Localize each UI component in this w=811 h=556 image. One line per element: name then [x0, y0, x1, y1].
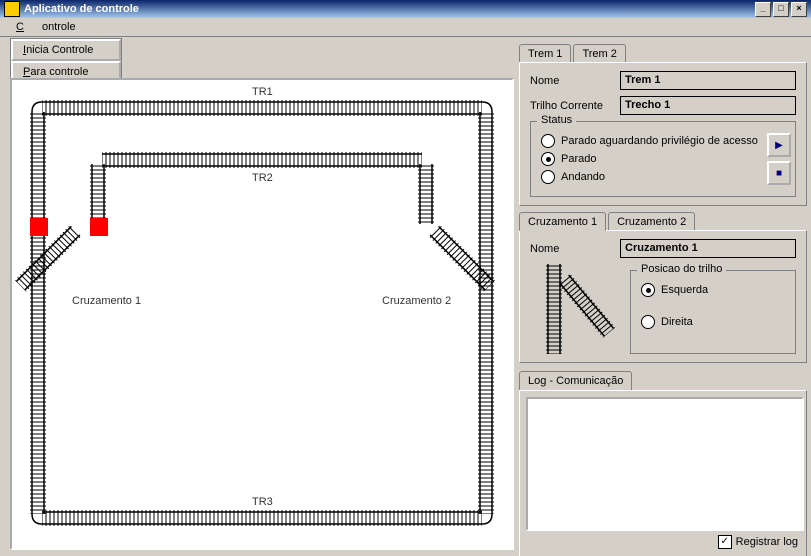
play-button[interactable]: ▶ [767, 133, 791, 157]
status-option-parado: Parado [561, 153, 596, 165]
registrar-log-checkbox[interactable]: ✓ [718, 535, 732, 549]
label-cruzamento-1: Cruzamento 1 [72, 295, 141, 307]
cruzamento-tabset: Cruzamento 1 Cruzamento 2 Nome Cruzament… [519, 210, 807, 363]
train-name-label: Nome [530, 75, 616, 87]
pos-option-esquerda: Esquerda [661, 284, 708, 296]
label-tr1: TR1 [252, 86, 273, 98]
status-group: Status Parado aguardando privilégio de a… [530, 121, 796, 197]
label-tr2: TR2 [252, 172, 273, 184]
cruz-name-field[interactable]: Cruzamento 1 [620, 239, 796, 258]
log-textarea[interactable] [526, 397, 804, 531]
label-cruzamento-2: Cruzamento 2 [382, 295, 451, 307]
status-option-waiting: Parado aguardando privilégio de acesso [561, 135, 758, 147]
tab-trem-1[interactable]: Trem 1 [519, 44, 571, 63]
track-canvas: TR1 TR2 TR3 Cruzamento 1 Cruzamento 2 [10, 78, 514, 550]
cruzamento-icon [530, 264, 620, 354]
trilho-corrente-label: Trilho Corrente [530, 100, 616, 112]
status-radio-andando[interactable] [541, 170, 555, 184]
track-svg [12, 80, 512, 548]
stop-button[interactable]: ■ [767, 161, 791, 185]
menubar: Controle [0, 18, 811, 37]
label-tr3: TR3 [252, 496, 273, 508]
right-panel: Trem 1 Trem 2 Nome Trem 1 Trilho Corrent… [519, 38, 807, 552]
tab-cruzamento-1[interactable]: Cruzamento 1 [519, 212, 606, 231]
posicao-group: Posicao do trilho Esquerda Direita [630, 270, 796, 354]
pos-radio-direita[interactable] [641, 315, 655, 329]
trilho-corrente-field[interactable]: Trecho 1 [620, 96, 796, 115]
train-2-marker [90, 218, 108, 236]
status-option-andando: Andando [561, 171, 605, 183]
cruz-name-label: Nome [530, 243, 616, 255]
pos-radio-esquerda[interactable] [641, 283, 655, 297]
train-tabset: Trem 1 Trem 2 Nome Trem 1 Trilho Corrent… [519, 42, 807, 206]
start-control-button[interactable]: Inicia Controle [11, 39, 121, 61]
app-icon [4, 1, 20, 17]
app-window: Aplicativo de controle _ □ × Controle In… [0, 0, 811, 556]
registrar-log-label: Registrar log [736, 536, 798, 548]
tab-trem-2[interactable]: Trem 2 [573, 44, 625, 62]
tab-cruzamento-2[interactable]: Cruzamento 2 [608, 212, 695, 230]
minimize-button[interactable]: _ [755, 2, 771, 17]
maximize-button[interactable]: □ [773, 2, 789, 17]
status-radio-waiting[interactable] [541, 134, 555, 148]
titlebar: Aplicativo de controle _ □ × [0, 0, 811, 18]
train-name-field[interactable]: Trem 1 [620, 71, 796, 90]
pos-option-direita: Direita [661, 316, 693, 328]
train-1-marker [30, 218, 48, 236]
status-radio-parado[interactable] [541, 152, 555, 166]
status-legend: Status [537, 114, 576, 126]
window-title: Aplicativo de controle [24, 3, 139, 15]
log-tab[interactable]: Log - Comunicação [519, 371, 632, 390]
close-button[interactable]: × [791, 2, 807, 17]
posicao-legend: Posicao do trilho [637, 263, 726, 275]
menu-controle[interactable]: Controle [4, 19, 82, 35]
log-panel: Log - Comunicação ✓ Registrar log [519, 371, 807, 556]
